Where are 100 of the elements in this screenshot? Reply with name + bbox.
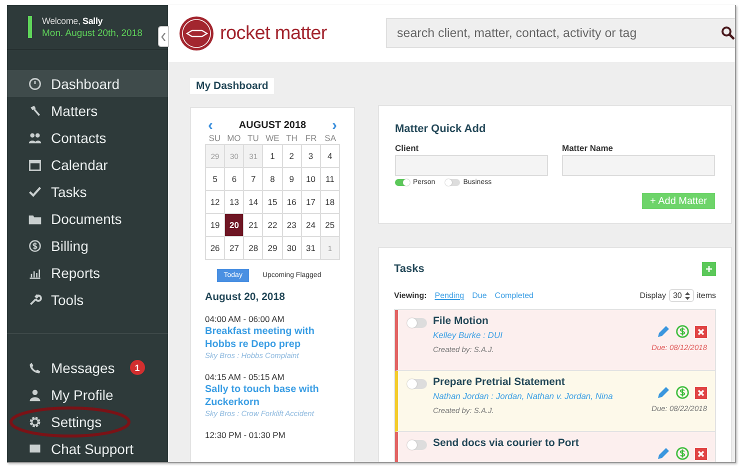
calendar-day[interactable]: 11 — [320, 168, 340, 191]
toggle-switch[interactable] — [407, 318, 427, 328]
checkmark-icon — [28, 184, 42, 198]
search-field[interactable]: search client, matter, contact, activity or tag — [386, 18, 735, 48]
pencil-icon[interactable] — [657, 325, 670, 338]
event-time: 12:30 PM - 01:30 PM — [205, 430, 286, 440]
field-label: Client — [395, 143, 420, 153]
calendar-day[interactable]: 15 — [263, 191, 283, 214]
field-label: Matter Name — [562, 143, 614, 153]
calendar-day[interactable]: 4 — [320, 145, 340, 168]
delete-icon[interactable] — [695, 386, 707, 398]
dollar-icon[interactable] — [676, 386, 689, 399]
calendar-day[interactable]: 8 — [263, 168, 283, 191]
nav-item[interactable]: Tasks — [7, 178, 168, 205]
calendar-day[interactable]: 7 — [244, 168, 264, 191]
delete-icon[interactable] — [695, 326, 707, 338]
calendar-day[interactable]: 12 — [206, 191, 226, 214]
welcome-text: Welcome, Sally — [42, 16, 104, 26]
weekday-label: SU — [208, 133, 222, 143]
task-title[interactable]: File Motion — [433, 315, 646, 327]
nav-item[interactable]: My Profile — [7, 381, 168, 408]
nav-item[interactable]: Messages 1 — [7, 354, 168, 381]
wrench-icon — [28, 292, 42, 306]
calendar-day[interactable]: 9 — [282, 168, 302, 191]
nav-item[interactable]: Documents — [7, 205, 168, 232]
calendar-day[interactable]: 26 — [206, 237, 226, 260]
nav-item[interactable]: Contacts — [7, 124, 168, 151]
calendar-day[interactable]: 22 — [263, 214, 283, 237]
chat-icon — [28, 442, 42, 456]
nav-item[interactable]: Tools — [7, 286, 168, 313]
weekday-label: FR — [304, 133, 318, 143]
nav-item[interactable]: Chat Support — [7, 435, 168, 462]
nav-item[interactable]: Calendar — [7, 151, 168, 178]
nav-item[interactable]: Reports — [7, 259, 168, 286]
calendar-day[interactable]: 21 — [244, 214, 264, 237]
calendar-icon — [28, 158, 42, 172]
nav-item[interactable]: Dashboard — [7, 70, 168, 97]
settings-icon — [28, 414, 42, 428]
chevron-left-icon — [161, 32, 166, 40]
display-label: Display — [640, 291, 666, 300]
weekday-label: SA — [324, 133, 338, 143]
calendar-day[interactable]: 6 — [225, 168, 244, 191]
dollar-icon[interactable] — [676, 447, 689, 460]
calendar-day[interactable]: 24 — [302, 214, 321, 237]
month-title: AUGUST 2018 — [238, 120, 306, 131]
event-time: 04:15 AM - 05:15 AM — [205, 372, 286, 382]
phone-icon — [28, 360, 42, 374]
gauge-icon — [28, 76, 42, 90]
dollar-icon[interactable] — [676, 325, 689, 338]
agenda-date: August 20, 2018 — [205, 291, 286, 303]
search-icon — [721, 26, 735, 40]
person-icon — [28, 388, 42, 402]
calendar-day[interactable]: 29 — [263, 237, 283, 260]
collapse-button[interactable] — [158, 26, 169, 47]
calendar-day[interactable]: 10 — [302, 168, 321, 191]
weekday-label: MO — [226, 133, 242, 143]
pencil-icon[interactable] — [657, 386, 670, 399]
rocket-logo-icon — [179, 16, 214, 51]
calendar-day[interactable]: 27 — [225, 237, 244, 260]
items-per-page-select[interactable]: 30 — [668, 289, 694, 302]
calendar-day[interactable]: 1 — [263, 145, 283, 168]
toggle-switch[interactable] — [407, 440, 427, 450]
card-title: Matter Quick Add — [395, 123, 487, 135]
calendar-day[interactable]: 17 — [302, 191, 321, 214]
input-field[interactable] — [562, 155, 715, 176]
people-icon — [28, 130, 42, 144]
input-field[interactable] — [395, 155, 548, 176]
card-title: Tasks — [394, 263, 424, 275]
task-title[interactable]: Send docs via courier to Port — [433, 437, 651, 449]
toggle-switch[interactable] — [395, 179, 410, 186]
weekday-label: TU — [246, 133, 260, 143]
calendar-day[interactable]: 23 — [282, 214, 302, 237]
calendar-day[interactable]: 2 — [282, 145, 302, 168]
toggle-switch[interactable] — [445, 179, 460, 186]
gavel-icon — [28, 104, 42, 118]
calendar-day[interactable]: 20 — [225, 214, 244, 237]
calendar-day[interactable]: 30 — [282, 237, 302, 260]
notification-badge: 1 — [130, 360, 145, 375]
pencil-icon[interactable] — [657, 447, 670, 460]
status-bar-indicator — [28, 16, 32, 38]
delete-icon[interactable] — [695, 448, 707, 460]
task-title[interactable]: Prepare Pretrial Statement — [433, 376, 646, 388]
calendar-day[interactable]: 16 — [282, 191, 302, 214]
items-label: items — [696, 291, 716, 300]
weekday-label: TH — [285, 133, 298, 143]
calendar-day[interactable]: 14 — [244, 191, 264, 214]
calendar-day[interactable]: 18 — [320, 191, 340, 214]
current-date: Mon. August 20th, 2018 — [42, 28, 142, 38]
calendar-day[interactable]: 28 — [244, 237, 264, 260]
viewing-label: Viewing: — [394, 291, 427, 300]
event-time: 04:00 AM - 06:00 AM — [205, 314, 286, 324]
weekday-label: WE — [264, 133, 280, 143]
toggle-switch[interactable] — [407, 379, 427, 389]
nav-item[interactable]: Billing — [7, 232, 168, 259]
nav-item[interactable]: Settings — [7, 408, 168, 435]
nav-item[interactable]: Matters — [7, 97, 168, 124]
calendar-day[interactable]: 3 — [302, 145, 321, 168]
calendar-day[interactable]: 5 — [206, 168, 226, 191]
page-tab[interactable]: My Dashboard — [190, 78, 274, 94]
dollar-icon — [28, 238, 42, 252]
